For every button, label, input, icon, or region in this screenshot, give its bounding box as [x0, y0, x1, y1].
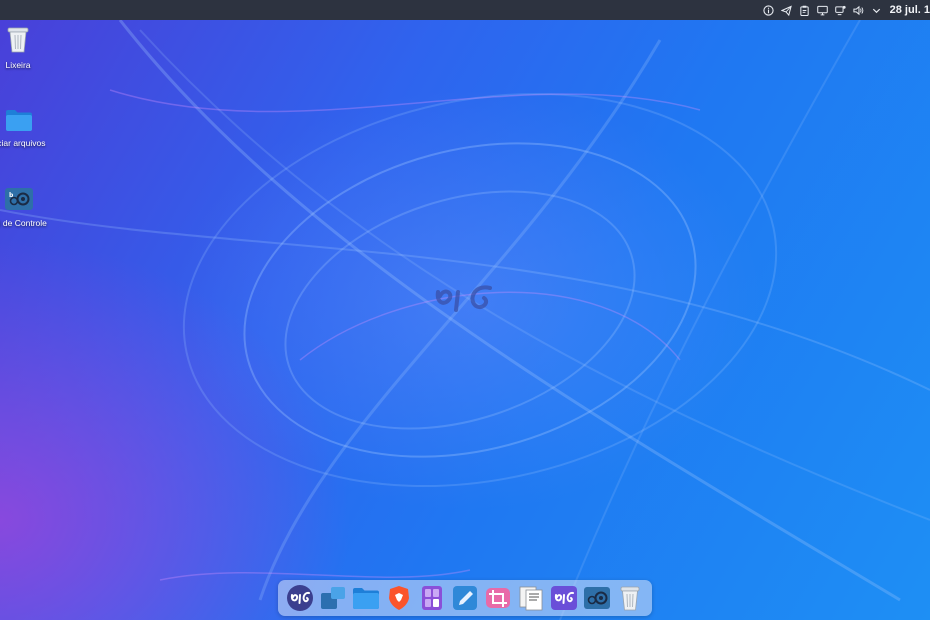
telegram-icon[interactable]: [778, 0, 796, 20]
desktop-screen: 28 jul. 1 Lixeira nciar arquivos b ral d…: [0, 0, 930, 620]
biglinux-app-icon: [551, 586, 577, 610]
dock-item-text-editor[interactable]: [451, 584, 479, 612]
clock[interactable]: 28 jul. 1: [886, 4, 930, 16]
dock-item-workspaces[interactable]: [319, 584, 347, 612]
dock-item-calculator[interactable]: [418, 584, 446, 612]
dock-item-document-viewer[interactable]: [517, 584, 545, 612]
network-icon[interactable]: [832, 0, 850, 20]
desktop-icon-label: ral de Controle: [0, 218, 47, 228]
crop-icon: [486, 588, 510, 608]
control-center-icon: [584, 587, 610, 609]
dock-item-brave-browser[interactable]: [385, 584, 413, 612]
workspaces-icon: [321, 587, 345, 609]
clipboard-icon[interactable]: [796, 0, 814, 20]
svg-text:b: b: [9, 192, 14, 199]
calculator-icon: [422, 586, 442, 610]
dock-item-biglinux-menu[interactable]: [286, 584, 314, 612]
dock-item-control-center[interactable]: [583, 584, 611, 612]
trash-icon: [7, 27, 29, 53]
folder-icon: [6, 110, 32, 131]
system-tray: 28 jul. 1: [760, 0, 930, 20]
top-panel: 28 jul. 1: [0, 0, 930, 20]
dock-item-biglinux-app[interactable]: [550, 584, 578, 612]
control-center-icon: b: [5, 188, 33, 210]
dock-item-file-manager[interactable]: [352, 584, 380, 612]
desktop-icon-label: Lixeira: [5, 60, 31, 70]
folder-icon: [353, 588, 379, 609]
text-editor-icon: [453, 586, 477, 610]
dock: [278, 580, 652, 616]
display-icon[interactable]: [814, 0, 832, 20]
document-icon: [519, 586, 543, 611]
volume-icon[interactable]: [850, 0, 868, 20]
expand-tray-icon[interactable]: [868, 0, 886, 20]
dock-item-screenshot-tool[interactable]: [484, 584, 512, 612]
trash-icon: [620, 586, 640, 611]
desktop-icon-trash[interactable]: Lixeira: [0, 26, 58, 70]
dock-item-trash[interactable]: [616, 584, 644, 612]
brave-icon: [389, 586, 409, 610]
desktop-icon-label: nciar arquivos: [0, 138, 46, 148]
info-icon[interactable]: [760, 0, 778, 20]
wallpaper-logo-icon: [435, 285, 492, 312]
biglinux-menu-icon: [287, 585, 313, 611]
desktop-icon-control-center[interactable]: b ral de Controle: [0, 188, 59, 228]
desktop-icon-file-manager[interactable]: nciar arquivos: [0, 108, 59, 148]
